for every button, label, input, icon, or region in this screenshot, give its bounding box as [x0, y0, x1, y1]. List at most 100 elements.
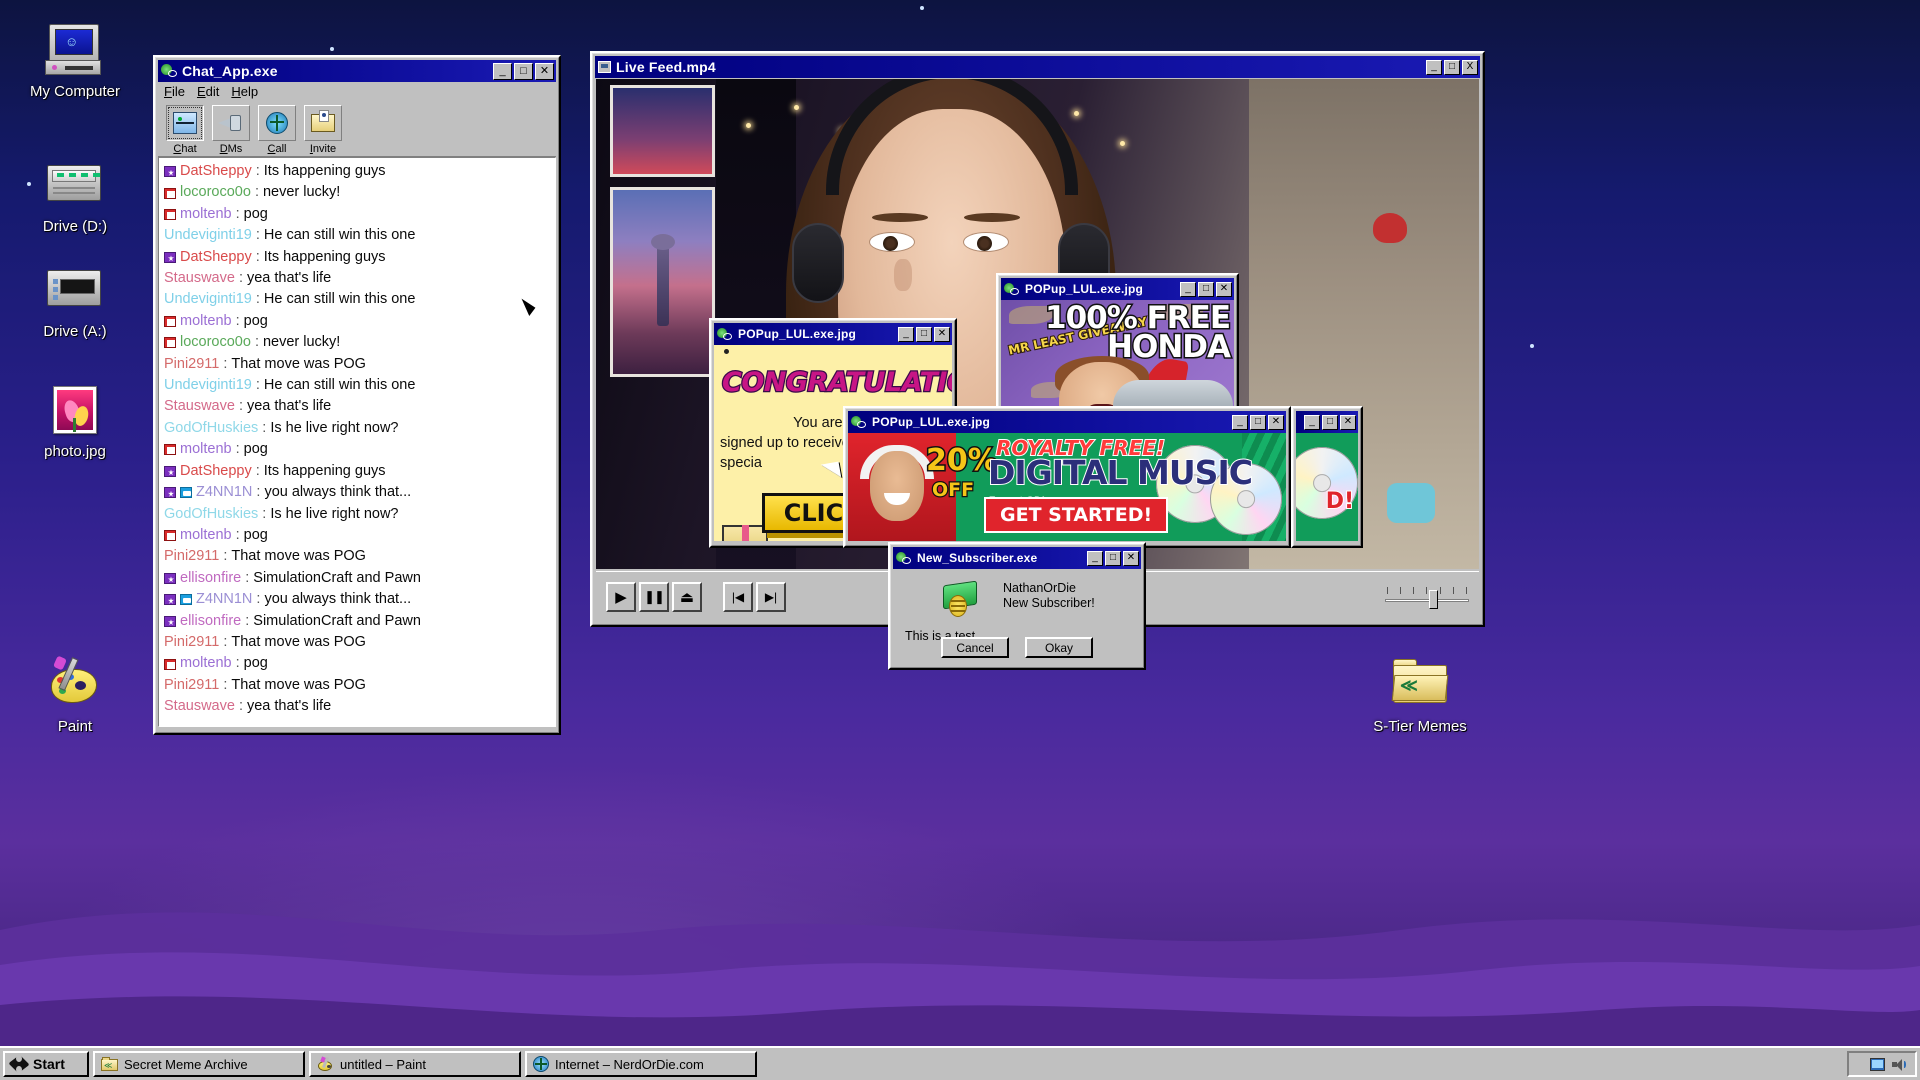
video-window-titlebar[interactable]: Live Feed.mp4 _ □ X	[595, 56, 1480, 78]
chat-username[interactable]: moltenb	[180, 653, 232, 674]
slider-knob[interactable]	[1429, 589, 1438, 609]
video-close-button[interactable]: X	[1462, 59, 1478, 75]
chat-username[interactable]: DatSheppy	[180, 247, 252, 268]
chat-username[interactable]: Pini2911	[164, 546, 219, 567]
chat-app-window[interactable]: Chat_App.exe _ □ ✕ File Edit Help Chat D…	[153, 55, 561, 735]
popup4-minimize-button[interactable]: _	[1304, 414, 1320, 430]
popup2-minimize-button[interactable]: _	[1180, 281, 1196, 297]
dialog-okay-button[interactable]: Okay	[1025, 637, 1093, 658]
popup-royalty-free-music-window[interactable]: POPup_LUL.exe.jpg _ □ ✕ 20% OFF ROYALTY …	[843, 406, 1291, 548]
chat-username[interactable]: moltenb	[180, 525, 232, 546]
popup1-close-button[interactable]: ✕	[934, 326, 950, 342]
popup2-close-button[interactable]: ✕	[1216, 281, 1232, 297]
popup1-minimize-button[interactable]: _	[898, 326, 914, 342]
chat-message: DatSheppy: Its happening guys	[164, 247, 551, 268]
mod-badge-icon	[164, 615, 176, 627]
taskbar-item-secret-meme-archive[interactable]: ≪ Secret Meme Archive	[93, 1051, 305, 1077]
eject-button[interactable]: ⏏	[672, 581, 702, 612]
chat-minimize-button[interactable]: _	[493, 62, 512, 80]
chat-username[interactable]: moltenb	[180, 311, 232, 332]
chat-username[interactable]: moltenb	[180, 204, 232, 225]
chat-close-button[interactable]: ✕	[535, 62, 554, 80]
chat-username[interactable]: Stauswave	[164, 268, 235, 289]
video-minimize-button[interactable]: _	[1426, 59, 1442, 75]
volume-slider[interactable]	[1385, 582, 1469, 612]
menu-file[interactable]: File	[164, 84, 185, 99]
chat-username[interactable]: Undeviginti19	[164, 375, 252, 396]
popup4-button-fragment[interactable]: D!	[1325, 488, 1355, 515]
chat-username[interactable]: Pini2911	[164, 354, 219, 375]
toolbar-chat-button[interactable]: Chat	[164, 105, 206, 155]
popup4-maximize-button[interactable]: □	[1322, 414, 1338, 430]
dialog-maximize-button[interactable]: □	[1105, 550, 1121, 566]
pause-button[interactable]: ❚❚	[639, 581, 669, 612]
chat-message: Undeviginti19: He can still win this one	[164, 375, 551, 396]
desktop-icon-drive-d[interactable]: Drive (D:)	[0, 155, 150, 236]
chat-username[interactable]: Undeviginti19	[164, 289, 252, 310]
popup4-close-button[interactable]: ✕	[1340, 414, 1356, 430]
play-button[interactable]: ▶	[606, 581, 636, 612]
desktop-icon-s-tier-memes[interactable]: ≪ S-Tier Memes	[1345, 655, 1495, 736]
menu-help[interactable]: Help	[231, 84, 258, 99]
start-button[interactable]: Start	[3, 1051, 89, 1077]
dialog-close-button[interactable]: ✕	[1123, 550, 1139, 566]
chat-username[interactable]: locoroco0o	[180, 332, 251, 353]
display-icon[interactable]	[1870, 1057, 1885, 1071]
popup3-maximize-button[interactable]: □	[1250, 414, 1266, 430]
popup-royalty-free-behind-window[interactable]: _ □ ✕ D!	[1291, 406, 1363, 548]
next-button[interactable]: ▶|	[756, 581, 786, 612]
mod-badge-icon	[164, 572, 176, 584]
popup1-maximize-button[interactable]: □	[916, 326, 932, 342]
chat-message-text: never lucky!	[262, 184, 341, 201]
chat-username[interactable]: locoroco0o	[180, 182, 251, 203]
popup2-maximize-button[interactable]: □	[1198, 281, 1214, 297]
chat-menubar[interactable]: File Edit Help	[158, 82, 556, 101]
dialog-minimize-button[interactable]: _	[1087, 550, 1103, 566]
volume-icon[interactable]	[1892, 1058, 1907, 1071]
chat-username[interactable]: moltenb	[180, 439, 232, 460]
chat-username[interactable]: ellisonfire	[180, 611, 241, 632]
chat-username[interactable]: DatSheppy	[180, 161, 252, 182]
toolbar-invite-button[interactable]: Invite	[302, 105, 344, 155]
chat-username[interactable]: Stauswave	[164, 696, 235, 717]
chat-username[interactable]: GodOfHuskies	[164, 504, 258, 525]
toolbar-dms-button[interactable]: DMs	[210, 105, 252, 155]
chat-username[interactable]: ellisonfire	[180, 568, 241, 589]
taskbar-item-untitled-paint[interactable]: untitled – Paint	[309, 1051, 521, 1077]
chat-username[interactable]: Undeviginti19	[164, 225, 252, 246]
taskbar[interactable]: Start ≪ Secret Meme Archive untitled – P…	[0, 1046, 1920, 1080]
chat-username[interactable]: Stauswave	[164, 396, 235, 417]
system-tray[interactable]	[1847, 1051, 1917, 1077]
popup2-titlebar[interactable]: POPup_LUL.exe.jpg _ □ ✕	[1001, 278, 1234, 300]
popup4-titlebar[interactable]: _ □ ✕	[1296, 411, 1358, 433]
chat-message-list[interactable]: DatSheppy: Its happening guys locoroco0o: n…	[158, 157, 556, 727]
chat-username[interactable]: Pini2911	[164, 632, 219, 653]
chat-username[interactable]: Z4NN1N	[196, 482, 252, 503]
popup3-get-started-button[interactable]: GET STARTED!	[984, 497, 1169, 533]
menu-edit[interactable]: Edit	[197, 84, 219, 99]
chat-username[interactable]: Pini2911	[164, 675, 219, 696]
chat-username[interactable]: Z4NN1N	[196, 589, 252, 610]
chat-maximize-button[interactable]: □	[514, 62, 533, 80]
dialog-cancel-button[interactable]: Cancel	[941, 637, 1009, 658]
video-maximize-button[interactable]: □	[1444, 59, 1460, 75]
chat-username[interactable]: GodOfHuskies	[164, 418, 258, 439]
chat-window-titlebar[interactable]: Chat_App.exe _ □ ✕	[158, 60, 556, 82]
popup3-titlebar[interactable]: POPup_LUL.exe.jpg _ □ ✕	[848, 411, 1286, 433]
chat-username[interactable]: DatSheppy	[180, 461, 252, 482]
dialog-titlebar[interactable]: New_Subscriber.exe _ □ ✕	[893, 547, 1141, 569]
desktop-icon-paint[interactable]: Paint	[0, 655, 150, 736]
popup3-minimize-button[interactable]: _	[1232, 414, 1248, 430]
popup-honda-window[interactable]: POPup_LUL.exe.jpg _ □ ✕ MR LEAST GIVEAWA…	[996, 273, 1239, 423]
desktop-icon-photo-jpg[interactable]: photo.jpg	[0, 380, 150, 461]
popup3-close-button[interactable]: ✕	[1268, 414, 1284, 430]
slider-ticks	[1387, 586, 1467, 594]
popup1-titlebar[interactable]: POPup_LUL.exe.jpg _ □ ✕	[714, 323, 952, 345]
new-subscriber-dialog[interactable]: New_Subscriber.exe _ □ ✕ NathanOrDie New…	[888, 542, 1146, 670]
toolbar-call-button[interactable]: Call	[256, 105, 298, 155]
desktop-icon-drive-a[interactable]: Drive (A:)	[0, 260, 150, 341]
taskbar-item-internet-nerdordie[interactable]: Internet – NerdOrDie.com	[525, 1051, 757, 1077]
chat-message: Z4NN1N: you always think that...	[164, 482, 551, 503]
desktop-icon-my-computer[interactable]: ☺ My Computer	[0, 20, 150, 101]
previous-button[interactable]: |◀	[723, 581, 753, 612]
